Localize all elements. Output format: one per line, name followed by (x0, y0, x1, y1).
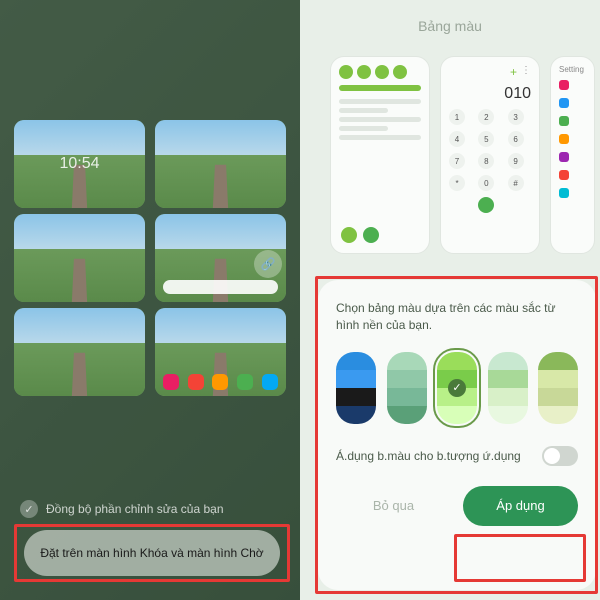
search-widget (163, 280, 278, 294)
check-icon: ✓ (20, 500, 38, 518)
lock-preview-bot[interactable] (14, 308, 145, 396)
dial-number: 010 (449, 85, 531, 103)
theme-card-dialer[interactable]: + ⋮ 010 123 456 789 *0# (440, 56, 540, 254)
app-icons-row (161, 374, 280, 390)
left-phone-screen: 10:54 (0, 0, 300, 600)
theme-card-settings[interactable]: Setting (550, 56, 595, 254)
lock-preview-top[interactable]: 10:54 (14, 120, 145, 208)
theme-card-quicksettings[interactable] (330, 56, 430, 254)
home-preview-bot[interactable] (155, 308, 286, 396)
palette-title: Bảng màu (300, 18, 600, 34)
call-icon (478, 197, 494, 213)
highlight-set-button (14, 524, 290, 582)
sync-row[interactable]: ✓ Đồng bộ phần chỉnh sửa của bạn (20, 500, 280, 518)
wallpaper-previews: 10:54 (14, 120, 286, 396)
home-preview-top[interactable] (155, 120, 286, 208)
theme-preview-row: + ⋮ 010 123 456 789 *0# Setting (330, 56, 600, 254)
lock-clock: 10:54 (59, 155, 99, 173)
highlight-apply-button (454, 534, 586, 582)
lock-preview-mid[interactable] (14, 214, 145, 302)
lock-preview-col: 10:54 (14, 120, 145, 396)
link-icon[interactable]: 🔗 (254, 250, 282, 278)
right-phone-screen: Bảng màu + ⋮ 010 123 456 789 *0# (300, 0, 600, 600)
sync-label: Đồng bộ phần chỉnh sửa của bạn (46, 502, 224, 516)
